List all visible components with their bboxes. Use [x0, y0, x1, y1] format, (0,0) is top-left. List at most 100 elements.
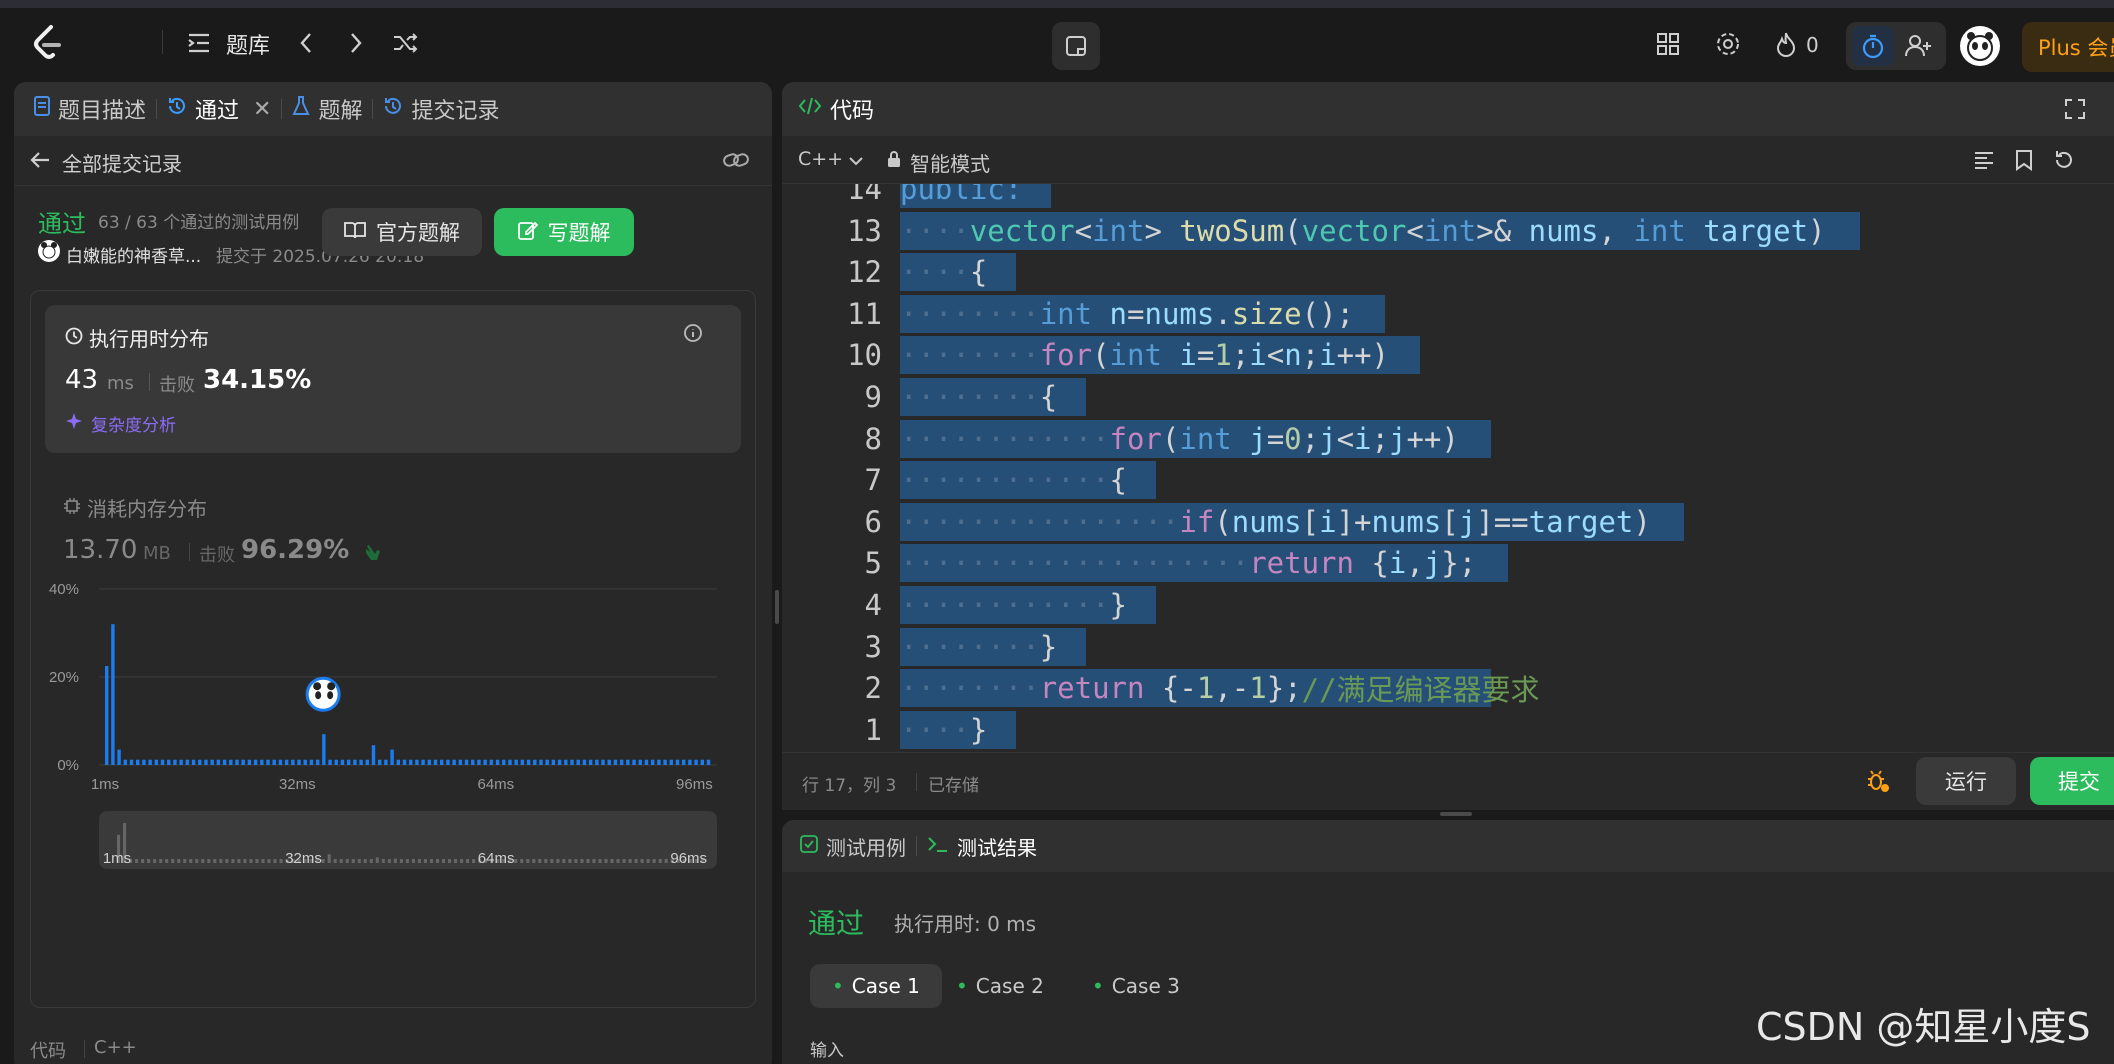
chart-bar[interactable] [384, 759, 388, 765]
notes-icon[interactable] [1052, 22, 1100, 70]
runtime-card[interactable]: 执行用时分布 43 ms 击败 34.15% 复杂度分析 [45, 305, 741, 453]
layout-icon[interactable] [1652, 28, 1684, 60]
chart-bar[interactable] [557, 759, 562, 765]
chart-bar[interactable] [688, 759, 692, 765]
chart-bar[interactable] [409, 759, 413, 765]
chart-bar[interactable] [421, 759, 425, 765]
chart-bar[interactable] [396, 759, 401, 765]
chart-bar[interactable] [315, 759, 320, 765]
chart-bar[interactable] [105, 666, 109, 765]
chart-bar[interactable] [564, 759, 568, 765]
chart-bar[interactable] [706, 759, 711, 765]
chart-bar[interactable] [452, 759, 456, 765]
chart-bar[interactable] [427, 759, 432, 765]
tab-testcases[interactable]: 测试用例 [782, 820, 916, 873]
chart-bar[interactable] [669, 759, 673, 765]
chart-bar[interactable] [675, 759, 680, 765]
chart-bar[interactable] [260, 759, 264, 765]
tab-test-result[interactable]: 测试结果 [917, 820, 1047, 873]
chart-bar[interactable] [322, 734, 326, 765]
chart-bar[interactable] [272, 759, 276, 765]
chart-bar[interactable] [632, 759, 636, 765]
chart-bar[interactable] [700, 759, 705, 765]
chart-bar[interactable] [471, 759, 475, 765]
chart-bar[interactable] [167, 759, 171, 765]
chart-bar[interactable] [446, 759, 450, 765]
chart-bar[interactable] [390, 749, 394, 765]
chart-bar[interactable] [613, 759, 618, 765]
submitter-name[interactable]: 白嫩能的神香草... [66, 242, 201, 267]
format-code-icon[interactable] [1972, 148, 1996, 172]
chart-bar[interactable] [241, 759, 245, 765]
tab-code[interactable]: 代码 [782, 82, 884, 136]
chart-bar[interactable] [657, 759, 661, 765]
chart-bar[interactable] [148, 759, 152, 765]
chart-bar[interactable] [160, 759, 165, 765]
chart-bar[interactable] [142, 759, 146, 765]
streak-fire-icon[interactable] [1772, 28, 1800, 60]
chart-bar[interactable] [185, 759, 190, 765]
tab-solutions[interactable]: 题解 [282, 82, 372, 136]
chart-bar[interactable] [371, 745, 376, 765]
all-submissions-link[interactable]: 全部提交记录 [62, 148, 182, 177]
chart-bar[interactable] [129, 759, 134, 765]
memory-title[interactable]: 消耗内存分布 [87, 493, 207, 522]
chart-bar[interactable] [533, 759, 537, 765]
chart-bar[interactable] [303, 759, 307, 765]
chart-bar[interactable] [508, 759, 512, 765]
chart-bar[interactable] [136, 759, 140, 765]
fullscreen-icon[interactable] [2062, 96, 2088, 122]
chart-bar[interactable] [222, 759, 227, 765]
chart-bar[interactable] [266, 759, 270, 765]
prev-problem-icon[interactable] [292, 28, 320, 58]
user-avatar[interactable] [1960, 26, 2000, 66]
chart-bar[interactable] [601, 759, 605, 765]
chart-bar[interactable] [545, 759, 549, 765]
chart-bar[interactable] [297, 759, 301, 765]
close-tab-icon[interactable]: ✕ [253, 97, 271, 122]
timer-icon[interactable] [1852, 26, 1894, 66]
leetcode-logo-icon[interactable] [26, 20, 70, 64]
chart-bar[interactable] [346, 759, 351, 765]
tab-description[interactable]: 题目描述 [14, 82, 156, 136]
code-editor[interactable]: 14 public: 13 ···· vector < int > twoSum(vector… [782, 184, 2114, 810]
chart-bar[interactable] [514, 759, 518, 765]
official-solution-button[interactable]: 官方题解 [322, 208, 482, 256]
chart-bar[interactable] [576, 759, 580, 765]
chart-bar[interactable] [483, 759, 487, 765]
add-friend-icon[interactable] [1898, 26, 1940, 66]
chart-bar[interactable] [309, 759, 314, 765]
chart-bar[interactable] [173, 759, 177, 765]
chart-bar[interactable] [650, 759, 655, 765]
chart-bar[interactable] [365, 759, 369, 765]
chart-bar[interactable] [210, 759, 214, 765]
chart-bar[interactable] [502, 759, 506, 765]
chart-bar[interactable] [247, 759, 252, 765]
chart-bar[interactable] [359, 759, 363, 765]
settings-gear-icon[interactable] [1712, 28, 1744, 60]
language-select[interactable]: C++ [798, 148, 843, 170]
tab-accepted[interactable]: 通过 ✕ [157, 82, 281, 136]
chart-bar[interactable] [235, 759, 239, 765]
chart-bar[interactable] [353, 759, 357, 765]
plus-membership-button[interactable]: Plus 会员 [2022, 22, 2114, 72]
chart-bar[interactable] [663, 759, 667, 765]
chart-bar[interactable] [644, 759, 649, 765]
chevron-down-icon[interactable] [848, 152, 864, 166]
chart-bar[interactable] [204, 759, 208, 765]
chart-bar[interactable] [198, 759, 202, 765]
chart-bar[interactable] [253, 759, 258, 765]
chart-bar[interactable] [229, 759, 233, 765]
chart-bar[interactable] [626, 759, 630, 765]
chart-bar[interactable] [595, 759, 599, 765]
bookmark-icon[interactable] [2012, 148, 2036, 172]
chart-bar[interactable] [681, 759, 686, 765]
chart-bar[interactable] [464, 759, 469, 765]
submit-button[interactable]: 提交 [2030, 757, 2114, 805]
chart-bar[interactable] [433, 759, 438, 765]
chart-bar[interactable] [694, 759, 698, 765]
chart-bar[interactable] [191, 759, 196, 765]
chart-bar[interactable] [216, 759, 221, 765]
run-button[interactable]: 运行 [1916, 757, 2016, 805]
chart-bar[interactable] [495, 759, 500, 765]
